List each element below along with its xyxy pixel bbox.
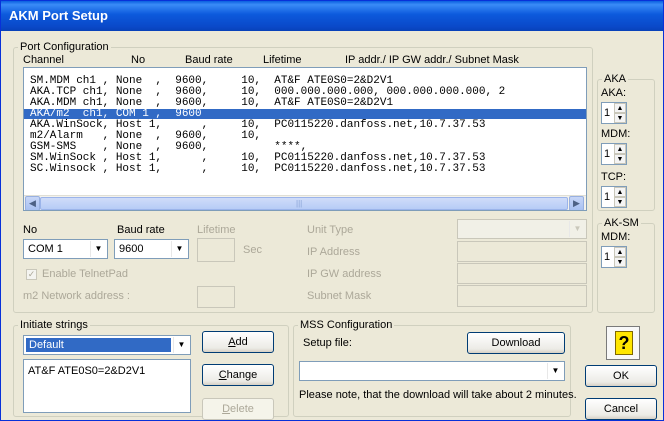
change-button[interactable]: Change	[202, 364, 274, 386]
spin-down-icon[interactable]: ▼	[614, 154, 626, 164]
setup-file-label: Setup file:	[303, 337, 352, 349]
chevron-down-icon[interactable]: ▼	[547, 363, 563, 379]
title-bar: AKM Port Setup	[1, 1, 663, 31]
aka-mdm-spinner-value: 1	[604, 148, 611, 160]
subnet-mask-input[interactable]	[457, 285, 587, 307]
aka-spin-label: AKA:	[601, 87, 627, 99]
enable-telnetpad-label: Enable TelnetPad	[42, 268, 129, 280]
port-configuration-legend: Port Configuration	[20, 41, 109, 53]
ak-sm-mdm-spinner[interactable]: 1 ▲ ▼	[601, 246, 627, 268]
sec-label: Sec	[243, 244, 262, 256]
no-combobox[interactable]: COM 1 ▼	[23, 239, 108, 259]
spin-down-icon[interactable]: ▼	[614, 257, 626, 267]
horizontal-scrollbar[interactable]: ◀ ||| ▶	[24, 195, 586, 210]
spin-up-icon[interactable]: ▲	[614, 144, 626, 154]
list-item[interactable]: AKA.TCP ch1, None , 9600, 10, 000.000.00…	[24, 87, 586, 98]
help-icon: ?	[615, 331, 633, 355]
header-baud-rate: Baud rate	[185, 54, 233, 66]
cancel-button[interactable]: Cancel	[585, 398, 657, 420]
aka-tcp-label: TCP:	[601, 171, 627, 183]
aka-tcp-spinner-value: 1	[604, 191, 611, 203]
baud-rate-label: Baud rate	[117, 224, 165, 236]
ip-gw-address-input[interactable]	[457, 263, 587, 284]
setup-file-combobox[interactable]: ▼	[299, 361, 565, 381]
aka-spinner-value: 1	[604, 107, 611, 119]
delete-button[interactable]: Delete	[202, 398, 274, 420]
no-label: No	[23, 224, 38, 236]
ak-sm-mdm-label: MDM:	[601, 231, 631, 243]
unit-type-combobox[interactable]: ▼	[457, 219, 587, 239]
help-button[interactable]: ?	[606, 326, 640, 360]
initiate-strings-selected: Default	[26, 338, 171, 352]
chevron-down-icon[interactable]: ▼	[173, 337, 189, 353]
baud-rate-combobox-value: 9600	[119, 243, 144, 255]
spin-up-icon[interactable]: ▲	[614, 103, 626, 113]
add-button[interactable]: Add	[202, 331, 274, 353]
unit-type-label: Unit Type	[307, 224, 354, 236]
initiate-strings-combobox[interactable]: Default ▼	[23, 335, 191, 355]
ip-address-label: IP Address	[307, 246, 360, 258]
scroll-right-icon[interactable]: ▶	[569, 196, 584, 210]
scroll-thumb[interactable]: |||	[40, 197, 568, 210]
spin-down-icon[interactable]: ▼	[614, 113, 626, 123]
list-item[interactable]: SM.WinSock , Host 1, , 10, PC0115220.dan…	[24, 153, 586, 164]
spin-up-icon[interactable]: ▲	[614, 247, 626, 257]
list-item[interactable]: AKA.WinSock, Host 1, , 10, PC0115220.dan…	[24, 120, 586, 131]
lifetime-input[interactable]	[197, 238, 235, 262]
ak-sm-mdm-spinner-value: 1	[604, 251, 611, 263]
list-item[interactable]: SC.Winsock , Host 1, , 10, PC0115220.dan…	[24, 164, 586, 175]
subnet-mask-label: Subnet Mask	[307, 290, 372, 302]
list-item[interactable]: m2/Alarm , None , 9600, 10,	[24, 131, 586, 142]
chevron-down-icon[interactable]: ▼	[569, 221, 585, 237]
lifetime-label: Lifetime	[197, 224, 236, 236]
ip-address-input[interactable]	[457, 241, 587, 262]
m2-network-address-input[interactable]	[197, 286, 235, 308]
grip-icon: |||	[296, 199, 303, 208]
spin-down-icon[interactable]: ▼	[614, 197, 626, 207]
akm-port-setup-window: AKM Port Setup Port Configuration Channe…	[0, 0, 664, 421]
port-list[interactable]: SM.MDM ch1 , None , 9600, 10, AT&F ATE0S…	[23, 67, 587, 211]
download-note: Please note, that the download will take…	[299, 389, 577, 401]
aka-spinner[interactable]: 1 ▲ ▼	[601, 102, 627, 124]
header-no: No	[131, 54, 146, 66]
header-channel: Channel	[23, 54, 64, 66]
header-ip: IP addr./ IP GW addr./ Subnet Mask	[345, 54, 519, 66]
header-lifetime: Lifetime	[263, 54, 302, 66]
aka-mdm-spinner[interactable]: 1 ▲ ▼	[601, 143, 627, 165]
ok-button[interactable]: OK	[585, 365, 657, 387]
baud-rate-combobox[interactable]: 9600 ▼	[114, 239, 189, 259]
list-item-selected[interactable]: AKA/m2 ch1, COM 1 , 9600	[24, 109, 586, 120]
no-combobox-value: COM 1	[28, 243, 63, 255]
download-button[interactable]: Download	[467, 332, 565, 354]
scroll-left-icon[interactable]: ◀	[25, 196, 40, 210]
list-item[interactable]: GSM-SMS , None , 9600, ****,	[24, 142, 586, 153]
initiate-string-textbox[interactable]: AT&F ATE0S0=2&D2V1	[23, 359, 191, 413]
ak-sm-legend: AK-SM	[604, 217, 639, 229]
ip-gw-address-label: IP GW address	[307, 268, 382, 280]
enable-telnetpad-checkbox[interactable]: ✓	[26, 269, 37, 280]
aka-mdm-label: MDM:	[601, 128, 631, 140]
aka-tcp-spinner[interactable]: 1 ▲ ▼	[601, 186, 627, 208]
initiate-string-value: AT&F ATE0S0=2&D2V1	[28, 365, 146, 377]
chevron-down-icon[interactable]: ▼	[171, 241, 187, 257]
list-item[interactable]: SM.MDM ch1 , None , 9600, 10, AT&F ATE0S…	[24, 76, 586, 87]
m2-network-address-label: m2 Network address :	[23, 290, 130, 302]
initiate-strings-legend: Initiate strings	[20, 319, 88, 331]
mss-configuration-legend: MSS Configuration	[300, 319, 393, 331]
list-item[interactable]: AKA.MDM ch1, None , 9600, 10, AT&F ATE0S…	[24, 98, 586, 109]
chevron-down-icon[interactable]: ▼	[90, 241, 106, 257]
spin-up-icon[interactable]: ▲	[614, 187, 626, 197]
aka-legend: AKA	[604, 73, 627, 85]
